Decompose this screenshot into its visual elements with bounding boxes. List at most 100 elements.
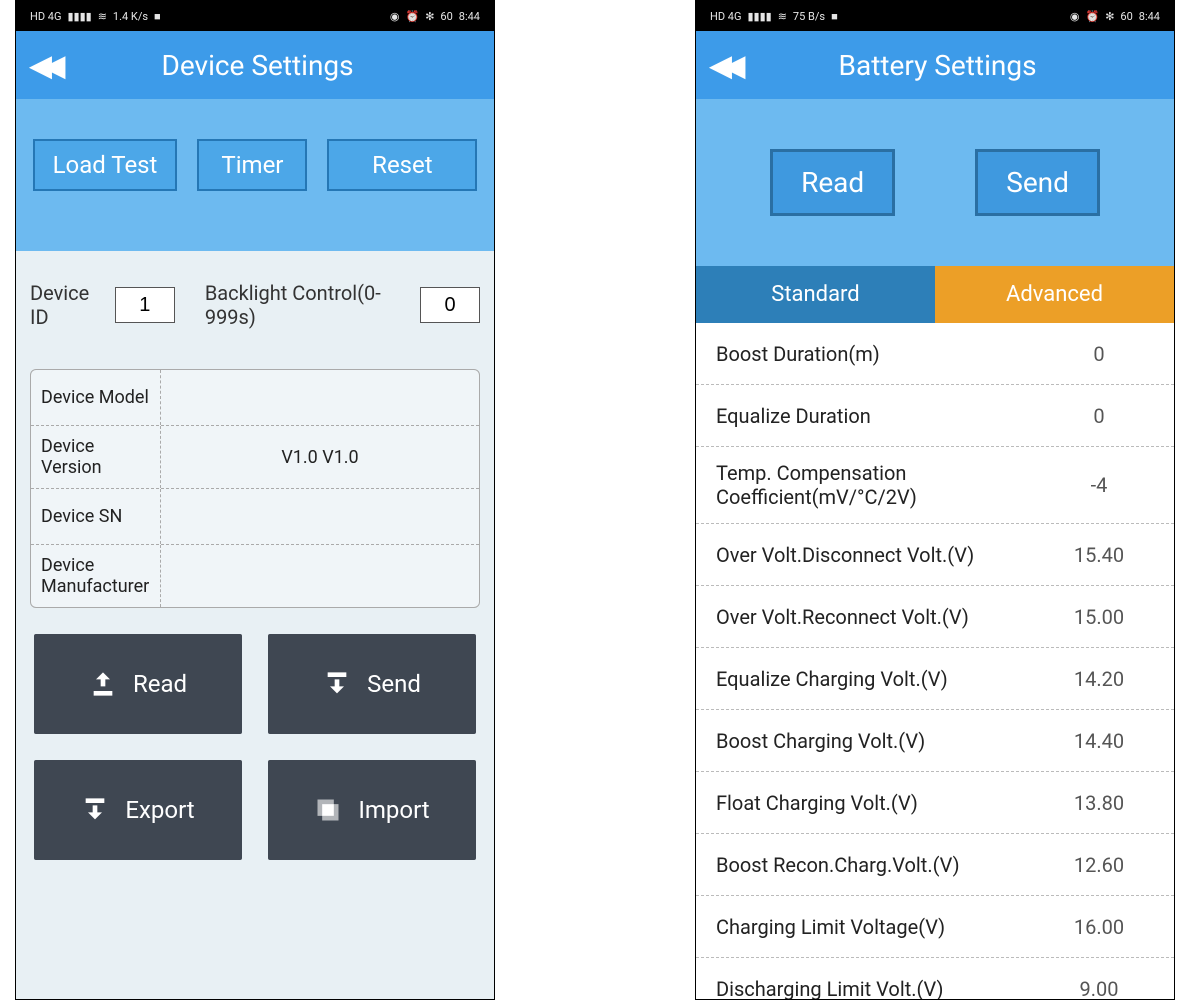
param-value[interactable]: 15.40 — [1044, 543, 1154, 567]
device-version-label: Device Version — [31, 426, 161, 488]
table-row: Device Manufacturer — [31, 545, 479, 607]
import-icon — [314, 796, 342, 824]
load-test-button[interactable]: Load Test — [33, 139, 178, 191]
param-value[interactable]: 12.60 — [1044, 853, 1154, 877]
clock: 8:44 — [1139, 10, 1160, 23]
table-row: Device SN — [31, 489, 479, 545]
param-value[interactable]: -4 — [1044, 473, 1154, 497]
export-label: Export — [125, 796, 194, 824]
status-bar: HD 4G ▮▮▮▮ ≋ 1.4 K/s ■ ◉ ⏰ ✻ 60 8:44 — [16, 1, 494, 31]
send-label: Send — [367, 670, 421, 698]
bluetooth-icon: ✻ — [1105, 10, 1114, 23]
header: ◀◀ Battery Settings — [696, 31, 1174, 99]
param-label: Discharging Limit Volt.(V) — [716, 977, 1044, 1000]
backlight-label: Backlight Control(0-999s) — [205, 281, 410, 329]
import-button[interactable]: Import — [268, 760, 476, 860]
wifi-icon: ≋ — [778, 10, 787, 23]
param-label: Boost Duration(m) — [716, 342, 1044, 366]
battery-settings-screen: HD 4G ▮▮▮▮ ≋ 75 B/s ■ ◉ ⏰ ✻ 60 8:44 ◀◀ B… — [695, 0, 1175, 1000]
export-button[interactable]: Export — [34, 760, 242, 860]
param-row[interactable]: Over Volt.Disconnect Volt.(V)15.40 — [696, 524, 1174, 586]
param-row[interactable]: Boost Charging Volt.(V)14.40 — [696, 710, 1174, 772]
data-rate: 1.4 K/s — [113, 10, 148, 23]
signal-icon: ▮▮▮▮ — [67, 10, 91, 23]
page-title: Device Settings — [75, 49, 440, 82]
alarm-icon: ⏰ — [1085, 10, 1099, 23]
tab-standard[interactable]: Standard — [696, 266, 935, 323]
alarm-icon: ⏰ — [405, 10, 419, 23]
header: ◀◀ Device Settings — [16, 31, 494, 99]
signal-icon: ▮▮▮▮ — [747, 10, 771, 23]
param-value[interactable]: 13.80 — [1044, 791, 1154, 815]
wifi-icon: ≋ — [98, 10, 107, 23]
param-row[interactable]: Boost Recon.Charg.Volt.(V)12.60 — [696, 834, 1174, 896]
hd-icon: HD 4G — [710, 10, 741, 23]
back-icon[interactable]: ◀◀ — [30, 49, 57, 82]
param-row[interactable]: Equalize Duration0 — [696, 385, 1174, 447]
download-icon — [323, 670, 351, 698]
battery-icon: 60 — [440, 10, 452, 23]
param-row[interactable]: Over Volt.Reconnect Volt.(V)15.00 — [696, 586, 1174, 648]
param-label: Boost Recon.Charg.Volt.(V) — [716, 853, 1044, 877]
device-model-value — [161, 370, 479, 425]
param-label: Over Volt.Reconnect Volt.(V) — [716, 605, 1044, 629]
param-value[interactable]: 16.00 — [1044, 915, 1154, 939]
param-label: Charging Limit Voltage(V) — [716, 915, 1044, 939]
camera-icon: ■ — [154, 10, 161, 23]
back-icon[interactable]: ◀◀ — [710, 49, 737, 82]
param-row[interactable]: Discharging Limit Volt.(V)9.00 — [696, 958, 1174, 1000]
toolbar: Load Test Timer Reset — [16, 99, 494, 251]
upload-icon — [89, 670, 117, 698]
param-value[interactable]: 0 — [1044, 342, 1154, 366]
device-settings-screen: HD 4G ▮▮▮▮ ≋ 1.4 K/s ■ ◉ ⏰ ✻ 60 8:44 ◀◀ … — [15, 0, 495, 1000]
status-bar: HD 4G ▮▮▮▮ ≋ 75 B/s ■ ◉ ⏰ ✻ 60 8:44 — [696, 1, 1174, 31]
param-label: Equalize Charging Volt.(V) — [716, 667, 1044, 691]
bluetooth-icon: ✻ — [425, 10, 434, 23]
device-id-label: Device ID — [30, 281, 105, 329]
timer-button[interactable]: Timer — [197, 139, 307, 191]
device-manufacturer-label: Device Manufacturer — [31, 545, 161, 607]
device-version-value: V1.0 V1.0 — [161, 426, 479, 488]
param-value[interactable]: 0 — [1044, 404, 1154, 428]
device-info-table: Device Model Device Version V1.0 V1.0 De… — [30, 369, 480, 608]
device-sn-label: Device SN — [31, 489, 161, 544]
export-icon — [81, 796, 109, 824]
data-rate: 75 B/s — [793, 10, 825, 23]
tabs: Standard Advanced — [696, 266, 1174, 323]
eye-icon: ◉ — [390, 10, 400, 23]
param-row[interactable]: Temp. Compensation Coefficient(mV/°C/2V)… — [696, 447, 1174, 524]
table-row: Device Model — [31, 370, 479, 426]
param-value[interactable]: 15.00 — [1044, 605, 1154, 629]
param-value[interactable]: 9.00 — [1044, 977, 1154, 1000]
param-row[interactable]: Charging Limit Voltage(V)16.00 — [696, 896, 1174, 958]
device-id-input[interactable] — [115, 287, 175, 323]
read-label: Read — [133, 670, 187, 698]
param-value[interactable]: 14.20 — [1044, 667, 1154, 691]
read-button[interactable]: Read — [34, 634, 242, 734]
send-button[interactable]: Send — [268, 634, 476, 734]
import-label: Import — [358, 796, 429, 824]
clock: 8:44 — [459, 10, 480, 23]
param-list[interactable]: Boost Duration(m)0Equalize Duration0Temp… — [696, 323, 1174, 1000]
tab-advanced[interactable]: Advanced — [935, 266, 1174, 323]
read-button[interactable]: Read — [770, 149, 895, 216]
send-button[interactable]: Send — [975, 149, 1100, 216]
device-sn-value — [161, 489, 479, 544]
param-value[interactable]: 14.40 — [1044, 729, 1154, 753]
param-label: Temp. Compensation Coefficient(mV/°C/2V) — [716, 461, 1044, 509]
param-label: Float Charging Volt.(V) — [716, 791, 1044, 815]
backlight-input[interactable] — [420, 287, 480, 323]
device-manufacturer-value — [161, 545, 479, 607]
param-row[interactable]: Float Charging Volt.(V)13.80 — [696, 772, 1174, 834]
page-title: Battery Settings — [755, 49, 1120, 82]
param-row[interactable]: Equalize Charging Volt.(V)14.20 — [696, 648, 1174, 710]
param-label: Over Volt.Disconnect Volt.(V) — [716, 543, 1044, 567]
param-row[interactable]: Boost Duration(m)0 — [696, 323, 1174, 385]
param-label: Boost Charging Volt.(V) — [716, 729, 1044, 753]
hd-icon: HD 4G — [30, 10, 61, 23]
eye-icon: ◉ — [1070, 10, 1080, 23]
table-row: Device Version V1.0 V1.0 — [31, 426, 479, 489]
device-model-label: Device Model — [31, 370, 161, 425]
battery-icon: 60 — [1120, 10, 1132, 23]
reset-button[interactable]: Reset — [327, 139, 477, 191]
